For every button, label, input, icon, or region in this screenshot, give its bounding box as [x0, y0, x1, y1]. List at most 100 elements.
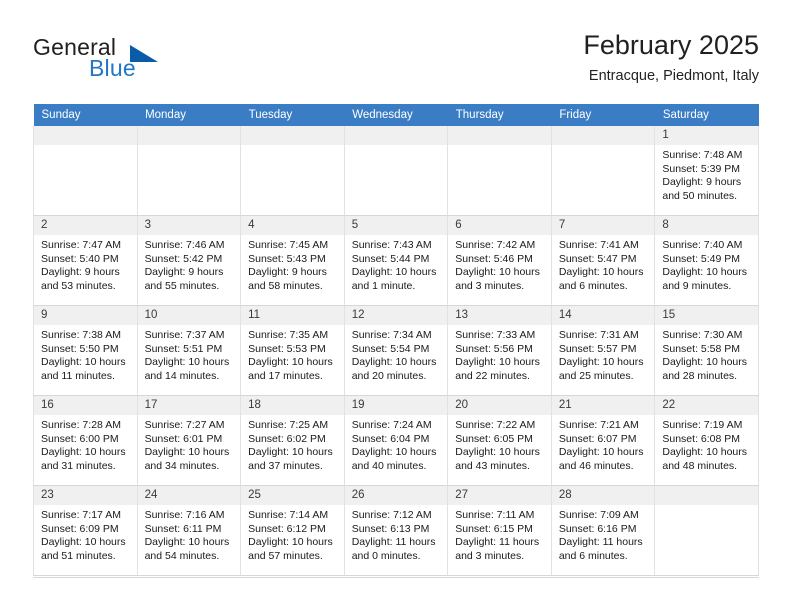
daylight-text-line1: Daylight: 10 hours: [351, 356, 437, 368]
page-header: General Blue February 2025 Entracque, Pi…: [33, 28, 759, 100]
sunrise-text: Sunrise: 7:45 AM: [248, 239, 329, 251]
calendar-day-cell[interactable]: 5 Sunrise: 7:43 AM Sunset: 5:44 PM Daylight…: [343, 215, 449, 306]
day-details: Sunrise: 7:33 AM Sunset: 5:56 PM Daylight:…: [449, 325, 551, 383]
sunrise-text: Sunrise: 7:14 AM: [248, 509, 329, 521]
calendar-day-cell[interactable]: 20 Sunrise: 7:22 AM Sunset: 6:05 PM Dayligh…: [447, 395, 552, 486]
day-number: 23: [34, 486, 137, 505]
location-subtitle: Entracque, Piedmont, Italy: [588, 68, 759, 84]
daylight-text-line1: Daylight: 10 hours: [248, 446, 333, 458]
day-number: 17: [138, 396, 240, 415]
day-number: 4: [241, 216, 344, 235]
calendar-day-cell[interactable]: 9 Sunrise: 7:38 AM Sunset: 5:50 PM Daylight…: [33, 305, 138, 396]
day-details: Sunrise: 7:27 AM Sunset: 6:01 PM Daylight:…: [138, 415, 240, 473]
daylight-text-line2: and 40 minutes.: [351, 459, 427, 472]
sunrise-text: Sunrise: 7:16 AM: [144, 509, 225, 521]
sunrise-text: Sunrise: 7:48 AM: [662, 149, 743, 161]
calendar-day-cell[interactable]: 15 Sunrise: 7:30 AM Sunset: 5:58 PM Dayligh…: [654, 305, 759, 396]
day-details: Sunrise: 7:34 AM Sunset: 5:54 PM Daylight:…: [345, 325, 447, 383]
calendar-day-cell[interactable]: 2 Sunrise: 7:47 AM Sunset: 5:40 PM Daylight…: [33, 215, 138, 306]
daylight-text-line1: Daylight: 10 hours: [41, 536, 126, 548]
sunset-text: Sunset: 5:49 PM: [662, 252, 741, 265]
calendar-day-cell[interactable]: 26 Sunrise: 7:12 AM Sunset: 6:13 PM Dayligh…: [343, 485, 449, 576]
calendar-day-cell[interactable]: 14 Sunrise: 7:31 AM Sunset: 5:57 PM Dayligh…: [550, 305, 656, 396]
sunset-text: Sunset: 6:12 PM: [248, 522, 326, 535]
day-details: Sunrise: 7:31 AM Sunset: 5:57 PM Daylight:…: [552, 325, 654, 383]
sunrise-text: Sunrise: 7:11 AM: [455, 509, 535, 521]
day-number: 9: [34, 306, 137, 325]
sunset-text: Sunset: 5:54 PM: [351, 342, 430, 355]
day-details: Sunrise: 7:37 AM Sunset: 5:51 PM Daylight:…: [138, 325, 240, 383]
calendar-day-cell[interactable]: 16 Sunrise: 7:28 AM Sunset: 6:00 PM Dayligh…: [33, 395, 138, 486]
calendar-day-cell[interactable]: 7 Sunrise: 7:41 AM Sunset: 5:47 PM Daylight…: [550, 215, 656, 306]
sunrise-text: Sunrise: 7:12 AM: [351, 509, 432, 521]
daylight-text-line2: and 53 minutes.: [41, 279, 116, 292]
daylight-text-line2: and 22 minutes.: [455, 369, 530, 382]
day-details: Sunrise: 7:48 AM Sunset: 5:39 PM Daylight:…: [656, 145, 758, 203]
day-number: 18: [241, 396, 344, 415]
daylight-text-line2: and 9 minutes.: [662, 279, 732, 292]
day-number: 10: [138, 306, 240, 325]
day-number: [552, 126, 654, 145]
calendar-day-cell[interactable]: 27 Sunrise: 7:11 AM Sunset: 6:15 PM Dayligh…: [447, 485, 552, 576]
calendar-week-row: 2 Sunrise: 7:47 AM Sunset: 5:40 PM Daylight…: [33, 215, 759, 306]
sunrise-text: Sunrise: 7:25 AM: [248, 419, 329, 431]
calendar-day-cell[interactable]: 21 Sunrise: 7:21 AM Sunset: 6:07 PM Dayligh…: [550, 395, 656, 486]
daylight-text-line1: Daylight: 10 hours: [351, 266, 437, 278]
sunset-text: Sunset: 5:58 PM: [662, 342, 741, 355]
calendar-day-cell[interactable]: 23 Sunrise: 7:17 AM Sunset: 6:09 PM Dayligh…: [33, 485, 138, 576]
sunrise-text: Sunrise: 7:31 AM: [558, 329, 639, 341]
calendar-day-cell[interactable]: 19 Sunrise: 7:24 AM Sunset: 6:04 PM Dayligh…: [343, 395, 449, 486]
sunset-text: Sunset: 5:51 PM: [144, 342, 223, 355]
daylight-text-line2: and 55 minutes.: [144, 279, 220, 292]
calendar-day-cell[interactable]: 4 Sunrise: 7:45 AM Sunset: 5:43 PM Daylight…: [240, 215, 345, 306]
day-number: 12: [345, 306, 447, 325]
day-number: [345, 126, 447, 145]
daylight-text-line1: Daylight: 10 hours: [248, 356, 333, 368]
day-details: Sunrise: 7:12 AM Sunset: 6:13 PM Daylight:…: [345, 505, 447, 563]
calendar-cell-empty: [33, 126, 138, 216]
logo-text-blue: Blue: [89, 55, 136, 81]
day-details: Sunrise: 7:21 AM Sunset: 6:07 PM Daylight:…: [552, 415, 654, 473]
calendar-day-cell[interactable]: 12 Sunrise: 7:34 AM Sunset: 5:54 PM Dayligh…: [343, 305, 449, 396]
day-number: 25: [241, 486, 344, 505]
calendar-day-cell[interactable]: 18 Sunrise: 7:25 AM Sunset: 6:02 PM Dayligh…: [240, 395, 345, 486]
daylight-text-line2: and 43 minutes.: [455, 459, 530, 472]
daylight-text-line1: Daylight: 10 hours: [662, 266, 748, 278]
calendar-day-cell[interactable]: 8 Sunrise: 7:40 AM Sunset: 5:49 PM Daylight…: [654, 215, 759, 306]
day-number: 21: [552, 396, 654, 415]
calendar-day-cell[interactable]: 25 Sunrise: 7:14 AM Sunset: 6:12 PM Dayligh…: [240, 485, 345, 576]
daylight-text-line2: and 1 minute.: [351, 279, 416, 292]
day-number: 26: [345, 486, 447, 505]
daylight-text-line2: and 50 minutes.: [662, 189, 738, 202]
daylight-text-line1: Daylight: 10 hours: [558, 356, 644, 368]
calendar-day-cell[interactable]: 22 Sunrise: 7:19 AM Sunset: 6:08 PM Dayligh…: [654, 395, 759, 486]
day-details: Sunrise: 7:46 AM Sunset: 5:42 PM Daylight:…: [138, 235, 240, 293]
calendar-day-cell[interactable]: 10 Sunrise: 7:37 AM Sunset: 5:51 PM Dayligh…: [136, 305, 242, 396]
calendar-day-cell[interactable]: 6 Sunrise: 7:42 AM Sunset: 5:46 PM Daylight…: [447, 215, 552, 306]
calendar-day-cell[interactable]: 24 Sunrise: 7:16 AM Sunset: 6:11 PM Dayligh…: [136, 485, 242, 576]
calendar-day-cell[interactable]: 1 Sunrise: 7:48 AM Sunset: 5:39 PM Daylight…: [654, 126, 759, 216]
calendar-day-cell[interactable]: 11 Sunrise: 7:35 AM Sunset: 5:53 PM Dayligh…: [240, 305, 345, 396]
weekday-header-sunday: Sunday: [33, 104, 138, 126]
sunrise-text: Sunrise: 7:24 AM: [351, 419, 432, 431]
sunset-text: Sunset: 6:13 PM: [351, 522, 430, 535]
weekday-header-friday: Friday: [551, 104, 655, 126]
calendar-cell-empty: [654, 485, 759, 576]
day-number: 1: [655, 126, 758, 145]
daylight-text-line1: Daylight: 10 hours: [662, 356, 748, 368]
weekday-header-row: Sunday Monday Tuesday Wednesday Thursday…: [33, 104, 759, 126]
calendar-day-cell[interactable]: 17 Sunrise: 7:27 AM Sunset: 6:01 PM Dayligh…: [136, 395, 242, 486]
general-blue-logo[interactable]: General Blue: [33, 34, 263, 90]
calendar-day-cell[interactable]: 3 Sunrise: 7:46 AM Sunset: 5:42 PM Daylight…: [136, 215, 242, 306]
sunset-text: Sunset: 6:15 PM: [455, 522, 533, 535]
calendar-day-cell[interactable]: 13 Sunrise: 7:33 AM Sunset: 5:56 PM Dayligh…: [447, 305, 552, 396]
daylight-text-line2: and 3 minutes.: [455, 279, 525, 292]
calendar-day-cell[interactable]: 28 Sunrise: 7:09 AM Sunset: 6:16 PM Dayligh…: [550, 485, 656, 576]
daylight-text-line2: and 20 minutes.: [351, 369, 427, 382]
day-details: Sunrise: 7:24 AM Sunset: 6:04 PM Daylight:…: [345, 415, 447, 473]
sunrise-text: Sunrise: 7:37 AM: [144, 329, 225, 341]
sunset-text: Sunset: 5:56 PM: [455, 342, 533, 355]
sunrise-text: Sunrise: 7:33 AM: [455, 329, 536, 341]
daylight-text-line2: and 14 minutes.: [144, 369, 220, 382]
sunset-text: Sunset: 6:01 PM: [144, 432, 223, 445]
